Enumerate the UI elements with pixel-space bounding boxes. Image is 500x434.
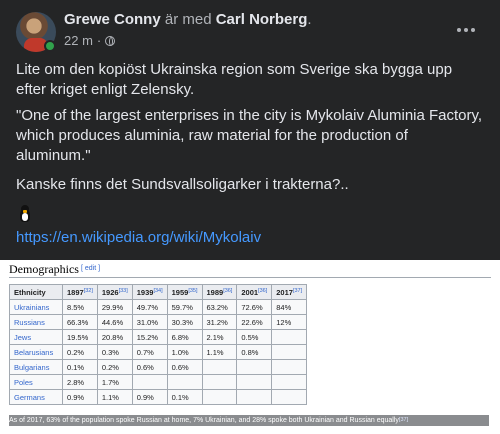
value-cell [271,389,308,405]
value-cell [201,389,238,405]
value-cell [131,374,168,390]
wikipedia-screenshot[interactable]: Demographics [ edit ] Ethnicity 1897[32]… [0,260,500,434]
value-cell: 72.6% [236,299,273,315]
table-row: Bulgarians 0.1% 0.2% 0.6% 0.6% [9,359,308,375]
value-cell: 0.9% [62,389,98,405]
value-cell: 20.8% [96,329,133,345]
header-connector: är med [160,11,216,28]
value-cell: 1.1% [201,344,238,360]
table-row: Belarusians 0.2% 0.3% 0.7% 1.0% 1.1% 0.8… [9,344,308,360]
value-cell [236,359,273,375]
value-cell: 12% [271,314,308,330]
value-cell: 0.7% [131,344,168,360]
value-cell: 29.9% [96,299,133,315]
ethnicity-cell: Jews [9,329,63,345]
post-text-paragraph: Lite om den kopiöst Ukrainska region som… [16,61,453,98]
column-header: 1989[36] [201,284,238,300]
ethnicity-cell: Bulgarians [9,359,63,375]
value-cell: 0.1% [62,359,98,375]
value-cell: 0.6% [131,359,168,375]
value-cell: 30.3% [166,314,203,330]
ethnicity-cell: Poles [9,374,63,390]
section-heading: Demographics [9,262,79,276]
value-cell: 1.0% [166,344,203,360]
value-cell [236,374,273,390]
demographics-table: Ethnicity 1897[32] 1926[33] 1939[34] 195… [9,284,308,405]
post-meta: 22 m · [64,33,116,48]
value-cell: 8.5% [62,299,98,315]
ethnicity-cell: Russians [9,314,63,330]
value-cell: 84% [271,299,308,315]
column-header: 2001[36] [236,284,273,300]
value-cell [201,359,238,375]
table-row: Poles 2.8% 1.7% [9,374,308,390]
value-cell: 63.2% [201,299,238,315]
value-cell: 22.6% [236,314,273,330]
table-row: Germans 0.9% 1.1% 0.9% 0.1% [9,389,308,405]
dot-icon [457,28,461,32]
value-cell: 2.1% [201,329,238,345]
post-time[interactable]: 22 m [64,33,93,48]
ethnicity-cell: Germans [9,389,63,405]
table-row: Russians 66.3% 44.6% 31.0% 30.3% 31.2% 2… [9,314,308,330]
value-cell: 6.8% [166,329,203,345]
value-cell: 0.9% [131,389,168,405]
value-cell [271,329,308,345]
value-cell: 44.6% [96,314,133,330]
value-cell: 66.3% [62,314,98,330]
column-header: Ethnicity [9,284,63,300]
post-quote-paragraph: "One of the largest enterprises in the c… [16,107,483,164]
ethnicity-cell: Belarusians [9,344,63,360]
value-cell: 0.2% [96,359,133,375]
more-options-button[interactable] [452,20,480,40]
ethnicity-cell: Ukrainians [9,299,63,315]
value-cell: 15.2% [131,329,168,345]
meta-separator: · [96,33,102,48]
value-cell [201,374,238,390]
value-cell [271,344,308,360]
table-row: Ukrainians 8.5% 29.9% 49.7% 59.7% 63.2% … [9,299,308,315]
value-cell: 0.8% [236,344,273,360]
column-header: 2017[37] [271,284,308,300]
value-cell [166,374,203,390]
value-cell: 1.7% [96,374,133,390]
dot-icon [471,28,475,32]
header-period: . [307,11,312,28]
post-header: Grewe Conny är med Carl Norberg. [64,11,312,28]
post-text-paragraph: Kanske finns det Sundsvallsoligarker i t… [16,176,349,193]
value-cell: 59.7% [166,299,203,315]
value-cell [271,359,308,375]
column-header: 1897[32] [62,284,98,300]
online-status-icon [44,40,56,52]
wikipedia-link[interactable]: https://en.wikipedia.org/wiki/Mykolaiv [16,229,261,246]
column-header: 1939[34] [131,284,168,300]
value-cell: 0.6% [166,359,203,375]
language-footnote: As of 2017, 63% of the population spoke … [9,415,489,426]
heading-divider [9,277,491,278]
author-name-link[interactable]: Grewe Conny [64,11,161,28]
value-cell: 31.0% [131,314,168,330]
facebook-post: Grewe Conny är med Carl Norberg. 22 m · … [0,0,500,260]
value-cell: 0.2% [62,344,98,360]
edit-link: [ edit ] [81,265,101,272]
value-cell: 0.3% [96,344,133,360]
value-cell: 49.7% [131,299,168,315]
value-cell: 19.5% [62,329,98,345]
dot-icon [464,28,468,32]
value-cell: 0.1% [166,389,203,405]
value-cell: 1.1% [96,389,133,405]
table-row: Jews 19.5% 20.8% 15.2% 6.8% 2.1% 0.5% [9,329,308,345]
value-cell: 0.5% [236,329,273,345]
tagged-name-link[interactable]: Carl Norberg [216,11,308,28]
value-cell [236,389,273,405]
value-cell [271,374,308,390]
table-header-row: Ethnicity 1897[32] 1926[33] 1939[34] 195… [9,284,308,300]
globe-icon[interactable] [105,35,116,46]
value-cell: 31.2% [201,314,238,330]
column-header: 1959[35] [166,284,203,300]
column-header: 1926[33] [96,284,133,300]
penguin-emoji-icon [18,205,32,223]
footnote-ref: [37] [398,417,409,423]
value-cell: 2.8% [62,374,98,390]
